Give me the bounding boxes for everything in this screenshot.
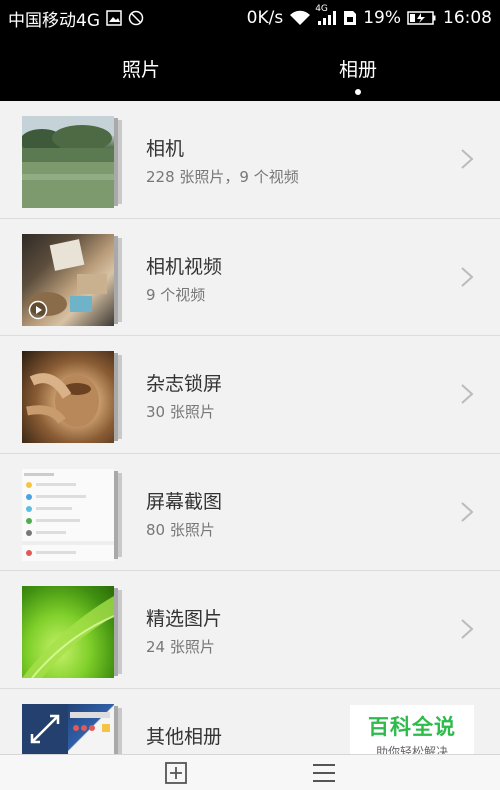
clock: 16:08 [443, 8, 492, 28]
album-title: 相机 [146, 138, 185, 160]
album-thumbnail-stack [22, 351, 126, 443]
album-row-screenshots[interactable]: 屏幕截图 80 张照片 [0, 453, 500, 571]
chevron-right-icon [461, 149, 474, 169]
play-video-icon [28, 300, 48, 319]
add-album-icon [165, 762, 187, 784]
chevron-right-icon [461, 266, 474, 287]
album-thumbnail-leaf [22, 586, 114, 678]
sim-card-icon [343, 10, 357, 26]
album-row-camera-video[interactable]: 相机视频 9 个视频 [0, 218, 500, 336]
battery-charging-icon [407, 10, 437, 26]
cellular-signal-icon: 4G [315, 4, 337, 26]
wifi-icon [289, 10, 311, 26]
album-thumbnail-stack [22, 703, 126, 754]
album-row-camera[interactable]: 相机 228 张照片，9 个视频 [0, 101, 500, 219]
album-row-magazine-lockscreen[interactable]: 杂志锁屏 30 张照片 [0, 336, 500, 454]
album-title: 杂志锁屏 [146, 373, 223, 395]
active-tab-indicator [355, 89, 361, 95]
album-count: 228 张照片，9 个视频 [146, 168, 299, 186]
album-thumbnail-screenshot [22, 468, 114, 561]
album-thumbnail-video [22, 233, 114, 326]
album-thumbnail-other [22, 703, 114, 754]
album-thumbnail-stack [22, 116, 126, 208]
album-count: 30 张照片 [146, 403, 215, 421]
chevron-right-icon [461, 501, 474, 522]
album-title: 相机视频 [146, 255, 223, 278]
album-thumbnail-pottery [22, 351, 114, 443]
carrier-label: 中国移动4G [8, 10, 100, 31]
landscape-thumbnail-art [22, 116, 114, 208]
album-list: 相机 228 张照片，9 个视频 相机视频 9 个视频 杂志锁屏 30 张照片 … [0, 101, 500, 754]
tab-albums-label: 相册 [338, 59, 377, 81]
album-thumbnail-stack [22, 233, 126, 326]
network-speed: 0K/s [246, 8, 284, 28]
status-bar: 中国移动4G 0K/s 4G 19% 16:08 [0, 0, 500, 36]
watermark-title: 百科全说 [368, 714, 456, 739]
chevron-right-icon [461, 619, 474, 639]
bottom-toolbar [0, 754, 500, 790]
tab-albums[interactable]: 相册 [233, 36, 483, 101]
album-thumbnail-stack [22, 586, 126, 678]
blocked-notification-icon [128, 10, 144, 26]
album-row-featured[interactable]: 精选图片 24 张照片 [0, 571, 500, 689]
battery-percent: 19% [363, 8, 401, 28]
chevron-right-icon [461, 384, 474, 404]
menu-icon [313, 764, 335, 782]
image-notification-icon [106, 10, 122, 26]
tab-photos[interactable]: 照片 [16, 36, 266, 101]
album-count: 80 张照片 [146, 520, 215, 539]
network-type-label: 4G [315, 4, 328, 14]
album-count: 9 个视频 [146, 285, 206, 304]
album-count: 24 张照片 [146, 638, 215, 656]
add-album-button[interactable] [163, 761, 189, 785]
album-title: 精选图片 [146, 608, 223, 630]
album-title: 屏幕截图 [146, 490, 223, 513]
album-title: 其他相册 [146, 725, 223, 748]
album-thumbnail-camera [22, 116, 114, 208]
menu-button[interactable] [311, 761, 337, 785]
tab-header: 照片 相册 [0, 36, 500, 101]
album-thumbnail-stack [22, 468, 126, 561]
tab-photos-label: 照片 [121, 59, 160, 81]
